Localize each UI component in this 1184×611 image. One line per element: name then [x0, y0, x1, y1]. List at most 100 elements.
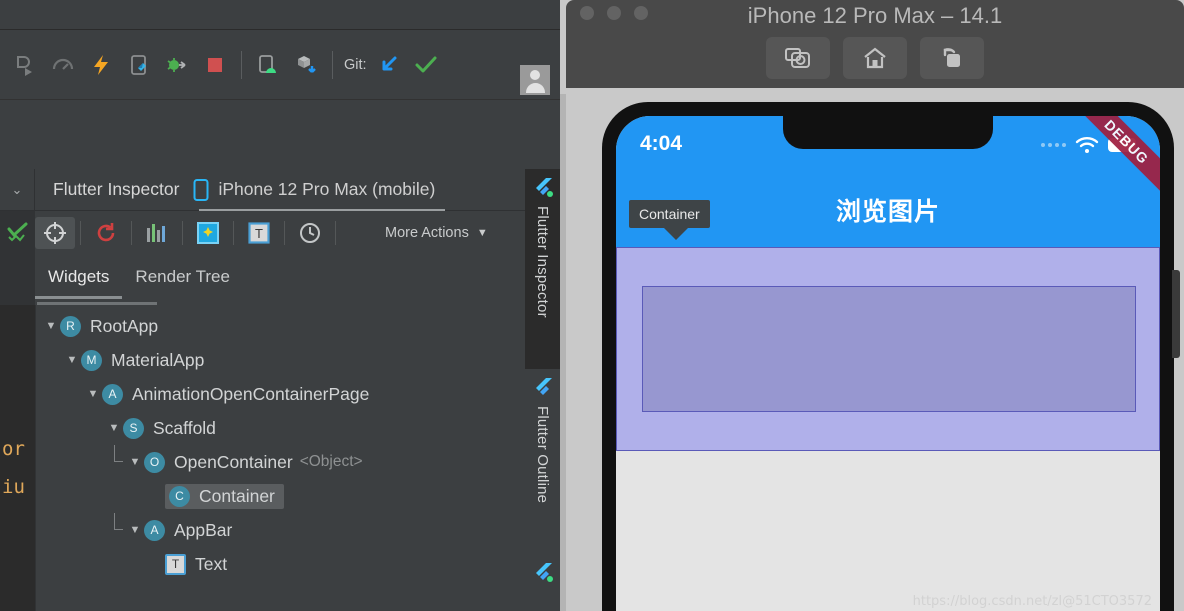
inspector-panel-header: ⌄ Flutter Inspector iPhone 12 Pro Max (m…: [0, 168, 525, 211]
rotate-button[interactable]: [920, 37, 984, 79]
widget-type-badge-icon: A: [102, 383, 123, 405]
itb-divider-4: [233, 221, 234, 245]
toolbar-divider: [241, 51, 242, 79]
vtab-label-outline: Flutter Outline: [534, 406, 551, 504]
stop-icon[interactable]: [196, 45, 234, 85]
debug-paint-button[interactable]: [188, 217, 228, 249]
hot-reload-icon[interactable]: [82, 45, 120, 85]
side-button[interactable]: [1172, 270, 1180, 358]
ios-simulator-window: iPhone 12 Pro Max – 14.1 4:04 DEBUG 浏览图片…: [560, 0, 1184, 611]
tree-row[interactable]: ▼ A AnimationOpenContainerPage: [36, 377, 525, 411]
git-update-project-icon[interactable]: [369, 45, 407, 85]
vtab-flutter-inspector[interactable]: Flutter Inspector: [525, 169, 560, 369]
tree-tab-bar: Widgets Render Tree: [35, 257, 525, 305]
screenshot-root: Git: ⌄ Flutter Inspector iPhone 12 Pro M…: [0, 0, 1184, 611]
itb-divider-6: [335, 221, 336, 245]
app-bar: 4:04 DEBUG 浏览图片 Container: [616, 116, 1160, 247]
ide-main-toolbar: Git:: [0, 31, 560, 100]
vtab-flutter-outline[interactable]: Flutter Outline: [525, 369, 560, 554]
gutter-code-fragment: or iu: [0, 430, 35, 506]
tree-node-label: Scaffold: [153, 417, 216, 438]
ide-editor-area: [0, 101, 560, 169]
tab-render-tree[interactable]: Render Tree: [122, 267, 243, 305]
tree-node[interactable]: O OpenContainer <Object>: [144, 451, 363, 473]
panel-title: Flutter Inspector: [53, 179, 180, 199]
status-time: 4:04: [640, 132, 683, 155]
phone-screen: 4:04 DEBUG 浏览图片 Container https://blog.c…: [616, 116, 1160, 611]
tree-node-label: Text: [195, 553, 228, 574]
flutter-logo-icon: [535, 178, 553, 197]
flutter-logo-icon: [535, 378, 552, 395]
user-avatar[interactable]: [520, 65, 550, 95]
more-actions-label: More Actions: [385, 225, 469, 241]
git-label: Git:: [344, 57, 367, 73]
slow-animations-button[interactable]: [290, 217, 330, 249]
toolbar-divider-2: [332, 51, 333, 79]
inspector-highlight-outer[interactable]: [616, 247, 1160, 451]
select-widget-mode-button[interactable]: [35, 217, 75, 249]
expand-triangle-icon[interactable]: ▼: [105, 422, 123, 434]
watermark-text: https://blog.csdn.net/zl@51CTO3572: [912, 594, 1152, 609]
simulator-action-bar: [566, 37, 1184, 79]
tree-node-selected[interactable]: C Container: [165, 483, 284, 509]
home-button[interactable]: [843, 37, 907, 79]
widget-type-badge-icon: R: [60, 315, 81, 337]
chevron-down-icon: ▼: [476, 227, 488, 239]
tree-row[interactable]: ▼ S Scaffold: [36, 411, 525, 445]
tree-row[interactable]: ▼TText: [36, 547, 525, 581]
inspector-toolbar: T More Actions ▼: [0, 211, 525, 255]
device-label: iPhone 12 Pro Max (mobile): [218, 179, 436, 199]
debug-attach-icon[interactable]: [158, 45, 196, 85]
tree-row[interactable]: ▼ O OpenContainer <Object>: [36, 445, 525, 479]
run-with-coverage-icon[interactable]: [6, 45, 44, 85]
simulator-title-bar: iPhone 12 Pro Max – 14.1: [566, 0, 1184, 88]
android-device-icon[interactable]: [249, 45, 287, 85]
gradle-sync-icon[interactable]: [287, 45, 325, 85]
expand-triangle-icon[interactable]: ▼: [84, 388, 102, 400]
svg-text:T: T: [255, 226, 263, 241]
expand-triangle-icon[interactable]: ▼: [63, 354, 81, 366]
tool-window-tab-strip: Flutter Inspector Flutter Outline: [525, 169, 560, 611]
tree-node[interactable]: S Scaffold: [123, 417, 216, 439]
tree-node[interactable]: T Text: [165, 553, 228, 575]
tree-node-generic-type: <Object>: [299, 453, 363, 470]
chevron-down-icon[interactable]: ⌄: [0, 182, 34, 198]
flutter-logo-icon: [535, 563, 553, 582]
tree-node[interactable]: R RootApp: [60, 315, 158, 337]
tab-widgets[interactable]: Widgets: [35, 267, 123, 305]
device-tab[interactable]: iPhone 12 Pro Max (mobile): [193, 169, 446, 211]
home-icon: [864, 47, 886, 69]
expand-triangle-icon[interactable]: ▼: [126, 524, 144, 536]
tree-row[interactable]: ▼ R RootApp: [36, 309, 525, 343]
tree-row[interactable]: ▼ M MaterialApp: [36, 343, 525, 377]
tree-node-label: AnimationOpenContainerPage: [132, 383, 370, 404]
display-notch: [783, 116, 993, 149]
screenshot-button[interactable]: [766, 37, 830, 79]
paint-baselines-button[interactable]: T: [239, 217, 279, 249]
tree-node-label: Container: [199, 485, 275, 506]
performance-overlay-button[interactable]: [137, 217, 177, 249]
rotate-icon: [943, 48, 960, 67]
widget-type-badge-icon: M: [81, 349, 102, 371]
flutter-device-icon[interactable]: [120, 45, 158, 85]
tree-connector: [114, 445, 123, 462]
refresh-tree-button[interactable]: [86, 217, 126, 249]
gutter-top-block: [0, 255, 35, 305]
profile-icon[interactable]: [44, 45, 82, 85]
inspections-checkmark-icon[interactable]: [0, 211, 35, 255]
vtab-flutter-third[interactable]: [525, 554, 560, 611]
inspector-highlight-inner[interactable]: [642, 286, 1136, 412]
tree-row[interactable]: ▼ A AppBar: [36, 513, 525, 547]
expand-triangle-icon[interactable]: ▼: [42, 320, 60, 332]
tree-node[interactable]: M MaterialApp: [81, 349, 204, 371]
widget-type-badge-icon: T: [165, 553, 186, 575]
signal-dots-icon: [1041, 143, 1066, 147]
tree-node[interactable]: A AnimationOpenContainerPage: [102, 383, 370, 405]
tree-row[interactable]: ▼CContainer: [36, 479, 525, 513]
more-actions-button[interactable]: More Actions ▼: [385, 225, 488, 241]
tree-connector: [114, 513, 123, 530]
expand-triangle-icon[interactable]: ▼: [126, 456, 144, 468]
git-commit-checkmark-icon[interactable]: [407, 45, 445, 85]
wifi-icon: [1075, 137, 1099, 153]
tree-node[interactable]: A AppBar: [144, 519, 232, 541]
